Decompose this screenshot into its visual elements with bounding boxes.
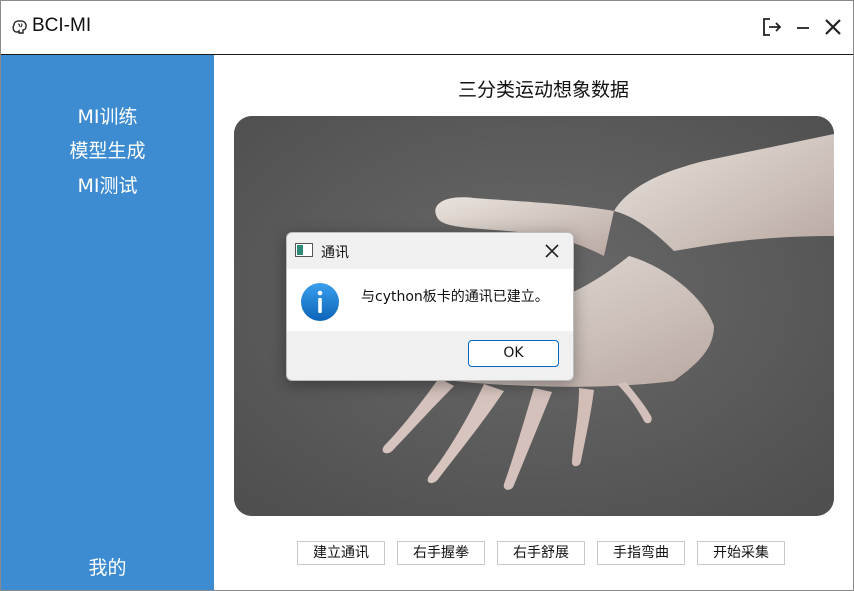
dialog-close-icon[interactable]	[544, 243, 560, 259]
finger-bend-button[interactable]: 手指弯曲	[597, 541, 685, 565]
right-hand-fist-button[interactable]: 右手握拳	[397, 541, 485, 565]
sidebar-item-mi-testing[interactable]: MI测试	[1, 171, 214, 198]
sidebar-item-mi-training[interactable]: MI训练	[1, 102, 214, 129]
ok-button[interactable]: OK	[468, 340, 559, 367]
sidebar-item-model-generation[interactable]: 模型生成	[1, 136, 214, 163]
dialog-title: 通讯	[321, 245, 349, 261]
sidebar-item-mine[interactable]: 我的	[1, 553, 214, 580]
window-icon	[295, 243, 313, 257]
brain-icon	[12, 20, 27, 34]
establish-connection-button[interactable]: 建立通讯	[297, 541, 385, 565]
title-bar: BCI-MI	[1, 1, 853, 55]
close-icon[interactable]	[821, 15, 845, 39]
minimize-icon[interactable]	[791, 15, 815, 39]
right-hand-open-button[interactable]: 右手舒展	[497, 541, 585, 565]
page-title: 三分类运动想象数据	[457, 79, 629, 101]
sidebar: MI训练 模型生成 MI测试 我的	[1, 55, 214, 590]
app-title: BCI-MI	[32, 15, 92, 36]
info-icon	[301, 283, 339, 321]
start-collection-button[interactable]: 开始采集	[697, 541, 785, 565]
dialog-message: 与cython板卡的通讯已建立。	[361, 289, 549, 305]
dialog-body: 与cython板卡的通讯已建立。	[287, 269, 573, 331]
logout-icon[interactable]	[760, 15, 784, 39]
connection-dialog: 通讯 与cython板卡的通讯已建立。 OK	[286, 232, 574, 381]
